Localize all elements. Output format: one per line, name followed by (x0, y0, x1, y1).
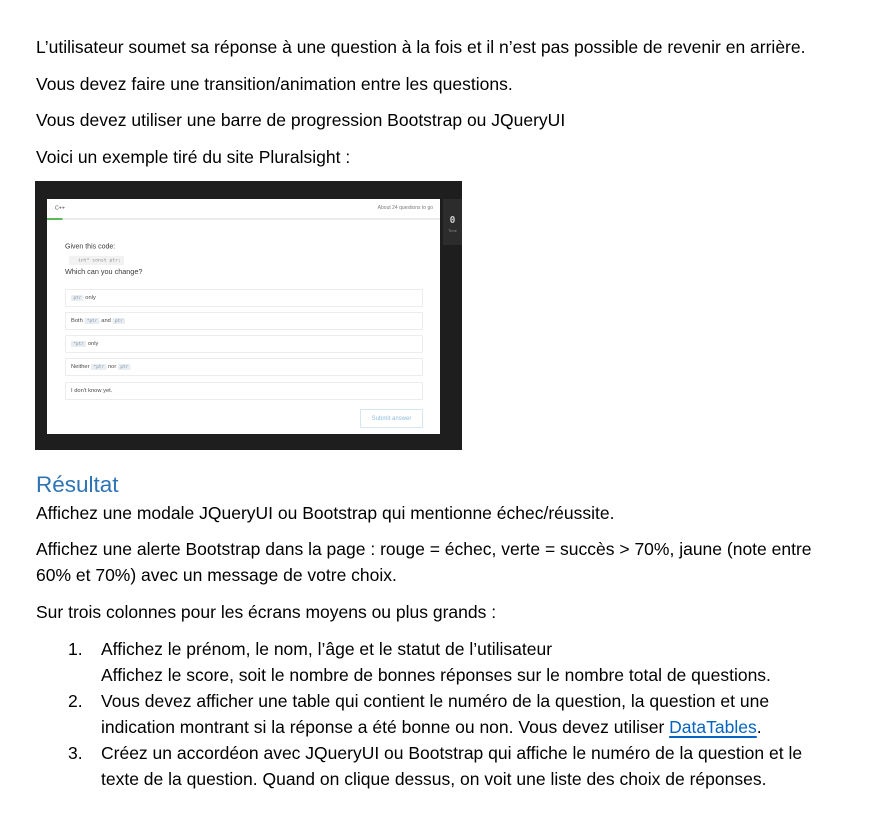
progress-bar (47, 217, 440, 220)
timer-value: 0 (449, 214, 456, 226)
timer-panel: 0 Time (443, 198, 462, 245)
option-text: Both (71, 317, 85, 324)
datatables-link[interactable]: DataTables (669, 717, 757, 737)
document-page: L’utilisateur soumet sa réponse à une qu… (35, 34, 856, 792)
option-text: Neither (71, 363, 92, 370)
list-number: 1. (68, 638, 83, 659)
option-text: nor (106, 363, 118, 370)
progress-bar-fill (47, 217, 63, 220)
paragraph-alert: Affichez une alerte Bootstrap dans la pa… (36, 536, 856, 588)
pluralsight-example-screenshot: C++ About 24 questions to go Given this … (35, 180, 462, 450)
list-item-1: 1. Affichez le prénom, le nom, l’âge et … (36, 636, 856, 688)
code-chip: *ptr (84, 317, 100, 324)
list-item-text: texte de la question. Quand on clique de… (101, 768, 767, 789)
list-item-2: 2. Vous devez afficher une table qui con… (36, 688, 856, 740)
answer-option-1: ptr only (65, 288, 423, 307)
course-name: C++ (55, 204, 65, 211)
paragraph-line: 60% et 70%) avec un message de votre cho… (36, 565, 397, 586)
paragraph-progress-bar: Vous devez utiliser une barre de progres… (36, 110, 566, 131)
quiz-panel: C++ About 24 questions to go Given this … (47, 198, 440, 434)
paragraph-example-intro: Voici un exemple tiré du site Pluralsigh… (36, 147, 351, 168)
code-chip: ptr (117, 363, 131, 370)
option-text: only (86, 340, 99, 347)
code-chip: ptr (112, 317, 126, 324)
code-prompt: Given this code: (65, 241, 116, 250)
paragraph-line: Sur trois colonnes pour les écrans moyen… (36, 602, 497, 623)
paragraph-modal: Affichez une modale JQueryUI ou Bootstra… (36, 500, 856, 526)
answer-option-3: *ptr only (65, 334, 423, 353)
list-item-text: Vous devez afficher une table qui contie… (101, 690, 770, 711)
list-item-text: Créez un accordéon avec JQueryUI ou Boot… (101, 742, 803, 763)
answer-option-2: Both *ptr and ptr (65, 311, 423, 330)
list-item-text: Affichez le score, soit le nombre de bon… (101, 664, 771, 685)
paragraph-line: Affichez une alerte Bootstrap dans la pa… (36, 539, 812, 560)
answer-option-5: I don't know yet. (65, 381, 423, 400)
answer-option-4: Neither *ptr nor ptr (65, 357, 423, 376)
code-snippet: int* const ptr; (69, 255, 124, 265)
option-text: I don't know yet. (71, 387, 113, 394)
paragraph-line: Affichez une modale JQueryUI ou Bootstra… (36, 502, 615, 523)
paragraph-one-answer-at-a-time: L’utilisateur soumet sa réponse à une qu… (36, 37, 806, 57)
submit-answer-button: Submit answer (360, 408, 423, 428)
questions-remaining: About 24 questions to go (377, 204, 433, 211)
list-item-text: . (756, 716, 762, 737)
list-number: 3. (68, 742, 83, 763)
quiz-frame: C++ About 24 questions to go Given this … (35, 180, 462, 450)
list-item-3: 3. Créez un accordéon avec JQueryUI ou B… (36, 740, 856, 792)
timer-label: Time (448, 228, 457, 233)
list-item-text: Affichez le prénom, le nom, l’âge et le … (101, 638, 553, 659)
option-text: and (99, 317, 113, 324)
paragraph-transition: Vous devez faire une transition/animatio… (36, 73, 513, 94)
code-chip: ptr (71, 294, 84, 301)
question-text: Which can you change? (65, 267, 143, 276)
list-number: 2. (68, 690, 83, 711)
list-item-text: indication montrant si la réponse a été … (101, 716, 670, 737)
code-chip: *ptr (91, 363, 107, 370)
paragraph-three-columns: Sur trois colonnes pour les écrans moyen… (36, 599, 856, 625)
code-chip: *ptr (71, 340, 87, 347)
list-item-line: indication montrant si la réponse a été … (101, 714, 856, 740)
result-heading: Résultat (36, 471, 119, 497)
option-text: only (83, 294, 96, 301)
